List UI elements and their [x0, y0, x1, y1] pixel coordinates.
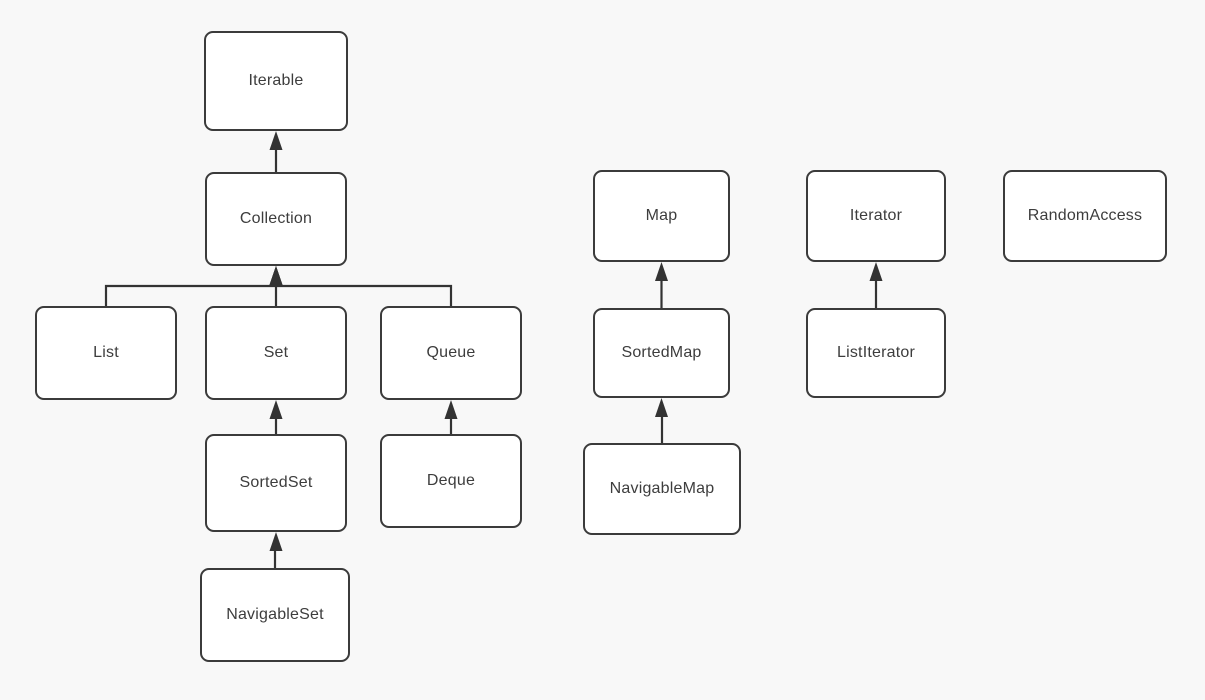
class-diagram-canvas: Iterable Collection List Set Queue Sorte… [0, 0, 1205, 700]
node-label-deque: Deque [426, 472, 476, 489]
node-listiterator[interactable]: ListIterator [806, 308, 946, 398]
node-sortedset[interactable]: SortedSet [205, 434, 347, 532]
node-navigablemap[interactable]: NavigableMap [583, 443, 741, 535]
node-sortedmap[interactable]: SortedMap [593, 308, 730, 398]
node-randomaccess[interactable]: RandomAccess [1003, 170, 1167, 262]
node-label-collection: Collection [239, 210, 313, 227]
node-label-sortedmap: SortedMap [621, 344, 702, 361]
node-label-queue: Queue [426, 344, 476, 361]
node-deque[interactable]: Deque [380, 434, 522, 528]
node-set[interactable]: Set [205, 306, 347, 400]
node-label-navigablemap: NavigableMap [609, 480, 715, 497]
node-label-map: Map [645, 207, 678, 224]
node-label-randomaccess: RandomAccess [1027, 207, 1143, 224]
node-label-list: List [93, 344, 119, 361]
node-label-set: Set [263, 344, 289, 361]
node-label-navigableset: NavigableSet [226, 606, 324, 623]
node-list[interactable]: List [35, 306, 177, 400]
node-label-iterable: Iterable [248, 72, 304, 89]
node-iterable[interactable]: Iterable [204, 31, 348, 131]
node-iterator[interactable]: Iterator [806, 170, 946, 262]
node-map[interactable]: Map [593, 170, 730, 262]
node-label-listiterator: ListIterator [837, 344, 915, 361]
node-collection[interactable]: Collection [205, 172, 347, 266]
node-label-iterator: Iterator [849, 207, 903, 224]
node-label-sortedset: SortedSet [239, 474, 313, 491]
node-navigableset[interactable]: NavigableSet [200, 568, 350, 662]
node-queue[interactable]: Queue [380, 306, 522, 400]
